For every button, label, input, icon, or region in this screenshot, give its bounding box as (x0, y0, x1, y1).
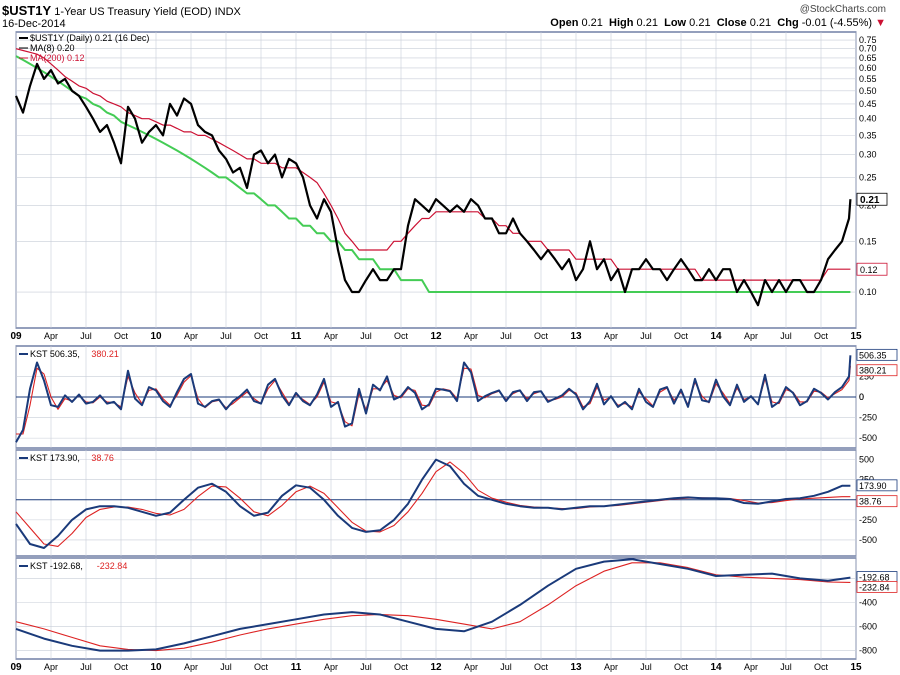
kst-last-label: 506.35 (859, 350, 887, 360)
x-tick-label-bottom: 12 (430, 662, 442, 673)
x-tick-label-top: Jul (780, 331, 792, 341)
y-tick-label: -500 (859, 433, 877, 443)
x-tick-label-top: Apr (464, 331, 478, 341)
signal-last-label: 380.21 (859, 366, 887, 376)
signal-last-label: -232.84 (859, 582, 890, 592)
x-tick-label-bottom: Oct (814, 662, 829, 672)
x-tick-label-bottom: 11 (291, 662, 302, 673)
x-tick-label-bottom: Oct (534, 662, 549, 672)
x-tick-label-bottom: Apr (184, 662, 198, 672)
x-tick-label-bottom: Apr (464, 662, 478, 672)
x-tick-label-bottom: Apr (44, 662, 58, 672)
legend-ma8: MA(8) 0.20 (30, 43, 75, 53)
legend-price: $UST1Y (Daily) 0.21 (16 Dec) (30, 33, 149, 43)
x-tick-label-bottom: Jul (360, 662, 372, 672)
legend-kst: KST 506.35, (30, 349, 80, 359)
x-tick-label-top: 13 (570, 331, 582, 342)
x-tick-label-bottom: 09 (10, 662, 22, 673)
y-tick-label: 0.50 (859, 86, 877, 96)
x-tick-label-top: Jul (80, 331, 92, 341)
legend-kst-signal: -232.84 (97, 561, 128, 571)
chart-stage: $UST1Y 1-Year US Treasury Yield (EOD) IN… (0, 0, 900, 675)
x-tick-label-top: Oct (814, 331, 829, 341)
x-tick-label-top: Jul (360, 331, 372, 341)
x-tick-label-top: Jul (640, 331, 652, 341)
x-tick-label-top: Apr (324, 331, 338, 341)
x-tick-label-top: Jul (220, 331, 232, 341)
y-tick-label: 0 (859, 392, 864, 402)
legend-kst: KST 173.90, (30, 453, 80, 463)
x-tick-label-bottom: Jul (500, 662, 512, 672)
x-tick-label-bottom: Oct (394, 662, 409, 672)
y-tick-label: 0.55 (859, 74, 877, 84)
last-price-label: 0.21 (860, 195, 880, 206)
chart-svg: 09 09 Apr Apr Jul Jul Oct Oct 10 10 Apr Apr Jul Jul Oc… (10, 31, 898, 673)
x-tick-label-bottom: Oct (114, 662, 129, 672)
x-tick-label-top: Oct (534, 331, 549, 341)
x-tick-label-top: Oct (114, 331, 129, 341)
y-tick-label: 0.25 (859, 172, 877, 182)
x-tick-label-top: Oct (254, 331, 269, 341)
legend-kst-signal: 38.76 (91, 453, 114, 463)
y-tick-label: -250 (859, 515, 877, 525)
x-tick-label-top: 12 (430, 331, 442, 342)
y-tick-label: 0.15 (859, 236, 877, 246)
y-tick-label: -250 (859, 413, 877, 423)
x-tick-label-top: 11 (291, 331, 302, 342)
ma200-tag-label: 0.12 (860, 265, 878, 275)
x-tick-label-bottom: 13 (570, 662, 582, 673)
x-tick-label-bottom: Jul (220, 662, 232, 672)
x-tick-label-top: Apr (184, 331, 198, 341)
legend-kst-signal: 380.21 (91, 349, 119, 359)
y-tick-label: 0.45 (859, 99, 877, 109)
x-tick-label-bottom: Jul (780, 662, 792, 672)
x-tick-label-top: Apr (604, 331, 618, 341)
x-tick-label-bottom: Jul (640, 662, 652, 672)
x-tick-label-bottom: Apr (604, 662, 618, 672)
x-tick-label-top: Oct (674, 331, 689, 341)
x-tick-label-bottom: Oct (674, 662, 689, 672)
y-tick-label: 0.35 (859, 130, 877, 140)
y-tick-label: 0.30 (859, 150, 877, 160)
x-tick-label-bottom: Apr (744, 662, 758, 672)
x-tick-label-bottom: 14 (710, 662, 722, 673)
x-tick-label-top: 15 (850, 331, 862, 342)
y-tick-label: -500 (859, 535, 877, 545)
x-tick-label-top: Oct (394, 331, 409, 341)
legend-kst: KST -192.68, (30, 561, 83, 571)
x-tick-label-top: Jul (500, 331, 512, 341)
legend-ma200: MA(200) 0.12 (30, 53, 85, 63)
y-tick-label: 0.60 (859, 63, 877, 73)
x-tick-label-bottom: Oct (254, 662, 269, 672)
x-tick-label-bottom: 15 (850, 662, 862, 673)
y-tick-label: 0.10 (859, 287, 877, 297)
y-tick-label: 0.40 (859, 114, 877, 124)
y-tick-label: -800 (859, 646, 877, 656)
x-tick-label-top: 10 (150, 331, 162, 342)
x-tick-label-bottom: Jul (80, 662, 92, 672)
y-tick-label: 0.65 (859, 53, 877, 63)
x-tick-label-bottom: 10 (150, 662, 162, 673)
x-tick-label-top: Apr (44, 331, 58, 341)
kst-last-label: 173.90 (859, 481, 887, 491)
x-tick-label-top: 09 (10, 331, 22, 342)
y-tick-label: -400 (859, 597, 877, 607)
x-tick-label-bottom: Apr (324, 662, 338, 672)
y-tick-label: -600 (859, 622, 877, 632)
x-tick-label-top: Apr (744, 331, 758, 341)
y-tick-label: 500 (859, 455, 874, 465)
x-tick-label-top: 14 (710, 331, 722, 342)
signal-last-label: 38.76 (859, 497, 882, 507)
